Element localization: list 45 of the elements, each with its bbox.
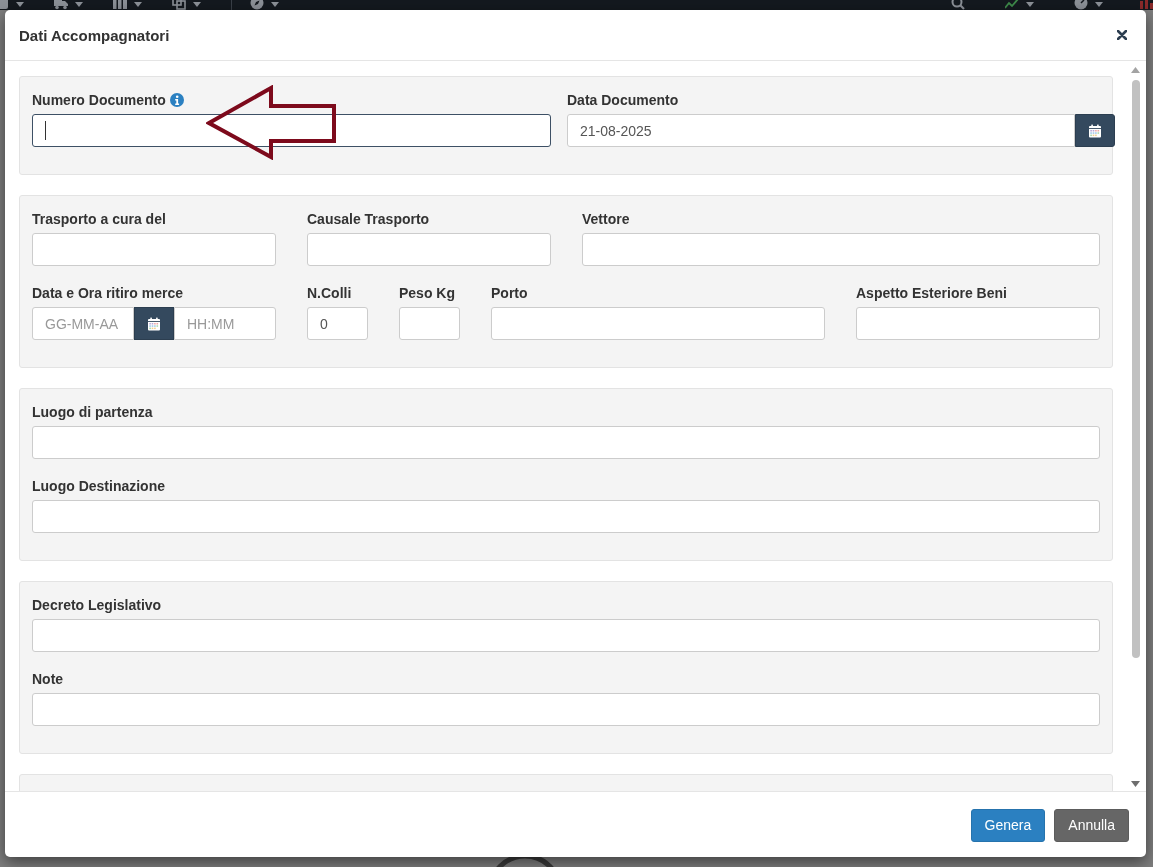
calendar-button[interactable]	[1075, 114, 1115, 147]
caret-icon[interactable]	[134, 2, 142, 7]
field-label: Luogo Destinazione	[32, 477, 165, 495]
calendar-icon	[147, 316, 161, 331]
field-label: Decreto Legislativo	[32, 596, 162, 614]
input-field[interactable]: 21-08-2025	[567, 114, 1075, 147]
field-label: Luogo di partenza	[32, 403, 153, 421]
close-icon	[1117, 30, 1127, 40]
time-input-field[interactable]: HH:MM	[174, 307, 276, 340]
truck-icon[interactable]	[54, 0, 68, 10]
field-label: Causale Trasporto	[307, 210, 430, 228]
field-label: Porto	[491, 284, 528, 302]
field-label: Aspetto Esteriore Beni	[856, 284, 1007, 302]
scrollbar-thumb[interactable]	[1131, 80, 1140, 658]
field-label: Data Documento	[567, 91, 679, 109]
dialog-title: Dati Accompagnatori	[19, 26, 170, 44]
scroll-down-arrow-icon[interactable]	[1131, 781, 1140, 787]
date-input-field[interactable]: GG-MM-AA	[32, 307, 134, 340]
text-cursor-icon	[45, 121, 46, 140]
calendar-icon	[1088, 123, 1102, 138]
field-label: N.Colli	[307, 284, 352, 302]
bars-icon[interactable]	[113, 0, 127, 10]
close-button[interactable]	[1114, 27, 1130, 43]
field-label: Peso Kg	[399, 284, 455, 302]
caret-icon[interactable]	[1026, 2, 1034, 7]
field-label: Note	[32, 670, 64, 688]
field-label: Trasporto a cura del	[32, 210, 166, 228]
caret-icon[interactable]	[1095, 2, 1103, 7]
caret-icon[interactable]	[75, 2, 83, 7]
input-field[interactable]	[32, 114, 551, 147]
primary-button[interactable]: Genera	[970, 808, 1046, 842]
info-icon[interactable]	[169, 93, 184, 107]
caret-icon[interactable]	[16, 2, 24, 7]
caret-icon[interactable]	[193, 2, 201, 7]
field-label: Data e Ora ritiro merce	[32, 284, 183, 302]
compass-icon[interactable]	[250, 0, 264, 10]
calendar-button[interactable]	[134, 307, 174, 340]
line-chart-icon[interactable]	[1005, 0, 1019, 10]
gauge-icon[interactable]	[1074, 0, 1088, 10]
input-field[interactable]: 0	[307, 307, 368, 340]
secondary-button[interactable]: Annulla	[1054, 808, 1129, 842]
field-label: Vettore	[582, 210, 630, 228]
windows-icon[interactable]	[172, 0, 186, 10]
field-label: Numero Documento	[32, 91, 166, 109]
caret-icon[interactable]	[271, 2, 279, 7]
